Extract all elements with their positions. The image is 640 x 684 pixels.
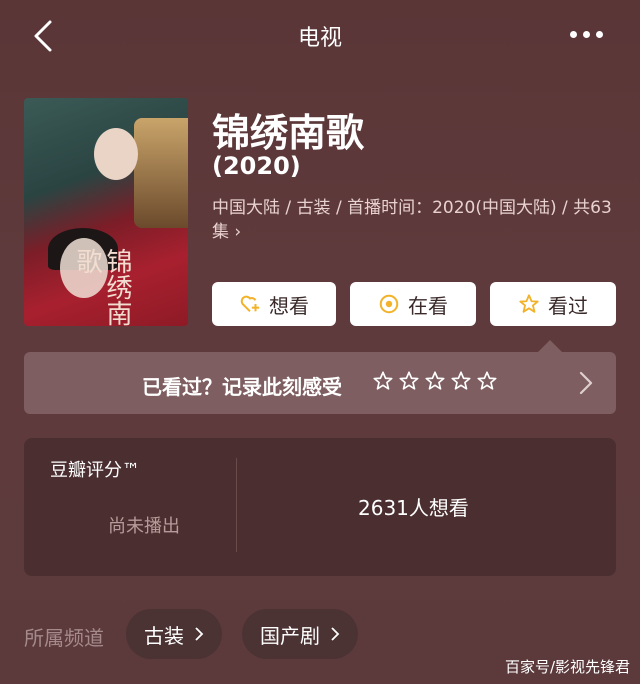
nav-bar: 电视 [0, 0, 640, 72]
show-title: 锦绣南歌 [212, 111, 365, 155]
rating-panel: 豆瓣评分™ 尚未播出 2631人想看 [24, 438, 616, 576]
watched-label: 看过 [548, 293, 588, 318]
rating-status: 尚未播出 [108, 516, 180, 537]
channels-label: 所属频道 [24, 626, 104, 650]
more-options-icon[interactable] [570, 26, 610, 42]
poster-title: 锦绣南歌 [72, 248, 132, 326]
eye-circle-icon [379, 294, 399, 314]
want-to-watch-button[interactable]: 想看 [212, 282, 336, 326]
star-rating[interactable] [372, 370, 498, 392]
rating-star-4-icon[interactable] [450, 370, 472, 392]
record-bar-pointer [538, 340, 562, 352]
rating-star-3-icon[interactable] [424, 370, 446, 392]
show-year: (2020) [212, 152, 301, 180]
watermark: 百家号/影视先锋君 [504, 658, 630, 676]
page-title: 电视 [297, 26, 342, 51]
channel-chip-costume[interactable]: 古装 [126, 609, 222, 659]
channel-chip-label: 国产剧 [260, 623, 320, 648]
watching-button[interactable]: 在看 [350, 282, 476, 326]
heart-plus-icon [240, 295, 260, 313]
rating-star-5-icon[interactable] [476, 370, 498, 392]
record-feeling-bar[interactable]: 已看过？记录此刻感受 [24, 352, 616, 414]
douban-rating-label: 豆瓣评分™ [50, 460, 140, 481]
chevron-right-icon [195, 627, 204, 641]
want-to-watch-label: 想看 [269, 293, 309, 318]
channel-chip-label: 古装 [144, 623, 184, 648]
show-meta-link[interactable]: 中国大陆 / 古装 / 首播时间：2020(中国大陆) / 共63集 › [212, 196, 622, 244]
record-feeling-label: 已看过？记录此刻感受 [142, 375, 342, 399]
panel-divider [236, 458, 237, 552]
rating-star-1-icon[interactable] [372, 370, 394, 392]
star-icon [519, 294, 539, 313]
poster-image[interactable]: 锦绣南歌 [24, 98, 188, 326]
watched-button[interactable]: 看过 [490, 282, 616, 326]
rating-star-2-icon[interactable] [398, 370, 420, 392]
want-count: 2631人想看 [358, 496, 469, 520]
watching-label: 在看 [408, 293, 448, 318]
channel-chip-domestic-drama[interactable]: 国产剧 [242, 609, 358, 659]
chevron-right-icon[interactable] [578, 370, 594, 396]
chevron-right-icon [331, 627, 340, 641]
